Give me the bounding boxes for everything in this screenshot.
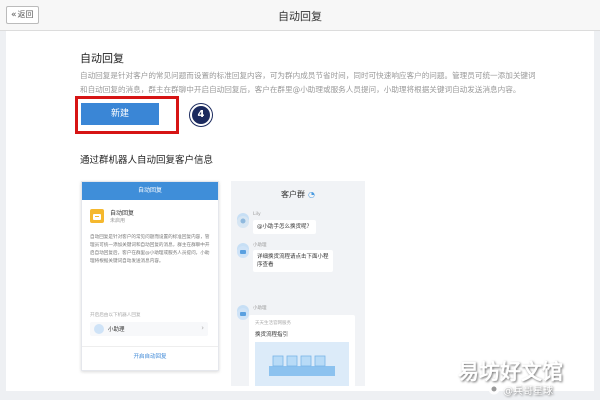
feature-description: 自动回复是针对客户的常见问题而设置的标准回复内容，管理员可统一添加关键词和自动回… (90, 235, 210, 264)
mini-program-title: 换货流程指引 (255, 332, 289, 338)
page-title: 自动回复 (278, 10, 322, 23)
robot-hint: 开启后由以下机器人回复 (90, 313, 141, 318)
subsection-heading: 通过群机器人自动回复客户信息 (80, 155, 214, 166)
mini-program-illustration (255, 342, 349, 386)
description-line-2: 和自动回复的消息，群主在群聊中开启自动回复后，客户在群里@小助理或服务人员提问，… (80, 85, 521, 94)
description-line-1: 自动回复是针对客户的常见问题而设置的标准回复内容，可为群内成员节省时间，同时可快… (80, 71, 536, 80)
section-description: 自动回复是针对客户的常见问题而设置的标准回复内容，可为群内成员节省时间，同时可快… (80, 69, 590, 97)
bot-message: 详细换货流程请点击下面小程序查看 (253, 250, 333, 272)
watermark-subtext: @兵哥星球 (503, 386, 553, 397)
user-name: Lily (253, 212, 261, 217)
user-message: @小助手怎么换货呢？ (253, 220, 317, 234)
preview-card-header: 自动回复 (82, 182, 218, 200)
chevron-right-icon: › (201, 324, 204, 332)
auto-reply-preview-card: 自动回复 自动回复 未启用 自动回复是针对客户的常见问题而设置的标准回复内容，管… (81, 181, 219, 371)
enable-auto-reply-link[interactable]: 开启自动回复 (82, 352, 218, 360)
chat-bubble-icon: ◔ (308, 190, 315, 199)
feature-name: 自动回复 (110, 210, 135, 217)
robot-selector[interactable]: 小助理 › (90, 322, 208, 336)
mini-program-source: 天天生活官网服务 (255, 321, 291, 326)
bot-avatar (237, 243, 249, 258)
main-content: 自动回复 自动回复是针对客户的常见问题而设置的标准回复内容，可为群内成员节省时间… (6, 31, 594, 391)
section-title: 自动回复 (80, 52, 124, 65)
robot-avatar (94, 324, 104, 334)
divider (82, 346, 218, 347)
user-avatar (237, 213, 249, 228)
bot-name: 小助理 (253, 243, 267, 248)
chat-title: 客户群 ◔ (231, 189, 365, 200)
top-bar: «返回 自动回复 (0, 0, 600, 31)
watermark-logo-icon (488, 380, 500, 395)
feature-status: 未启用 (110, 218, 126, 224)
customer-group-chat-preview: 客户群 ◔ Lily @小助手怎么换货呢？ 小助理 详细换货流程请点击下面小程序查… (231, 181, 365, 386)
new-button[interactable]: 新建 (81, 103, 159, 125)
auto-reply-icon (90, 209, 104, 223)
robot-name: 小助理 (108, 327, 125, 333)
bot-name-2: 小助理 (253, 306, 267, 311)
step-badge: 4 (190, 104, 212, 126)
mini-program-card[interactable]: 天天生活官网服务 换货流程指引 (249, 315, 355, 386)
bot-avatar-2 (237, 305, 249, 320)
chat-title-text: 客户群 (281, 190, 305, 199)
